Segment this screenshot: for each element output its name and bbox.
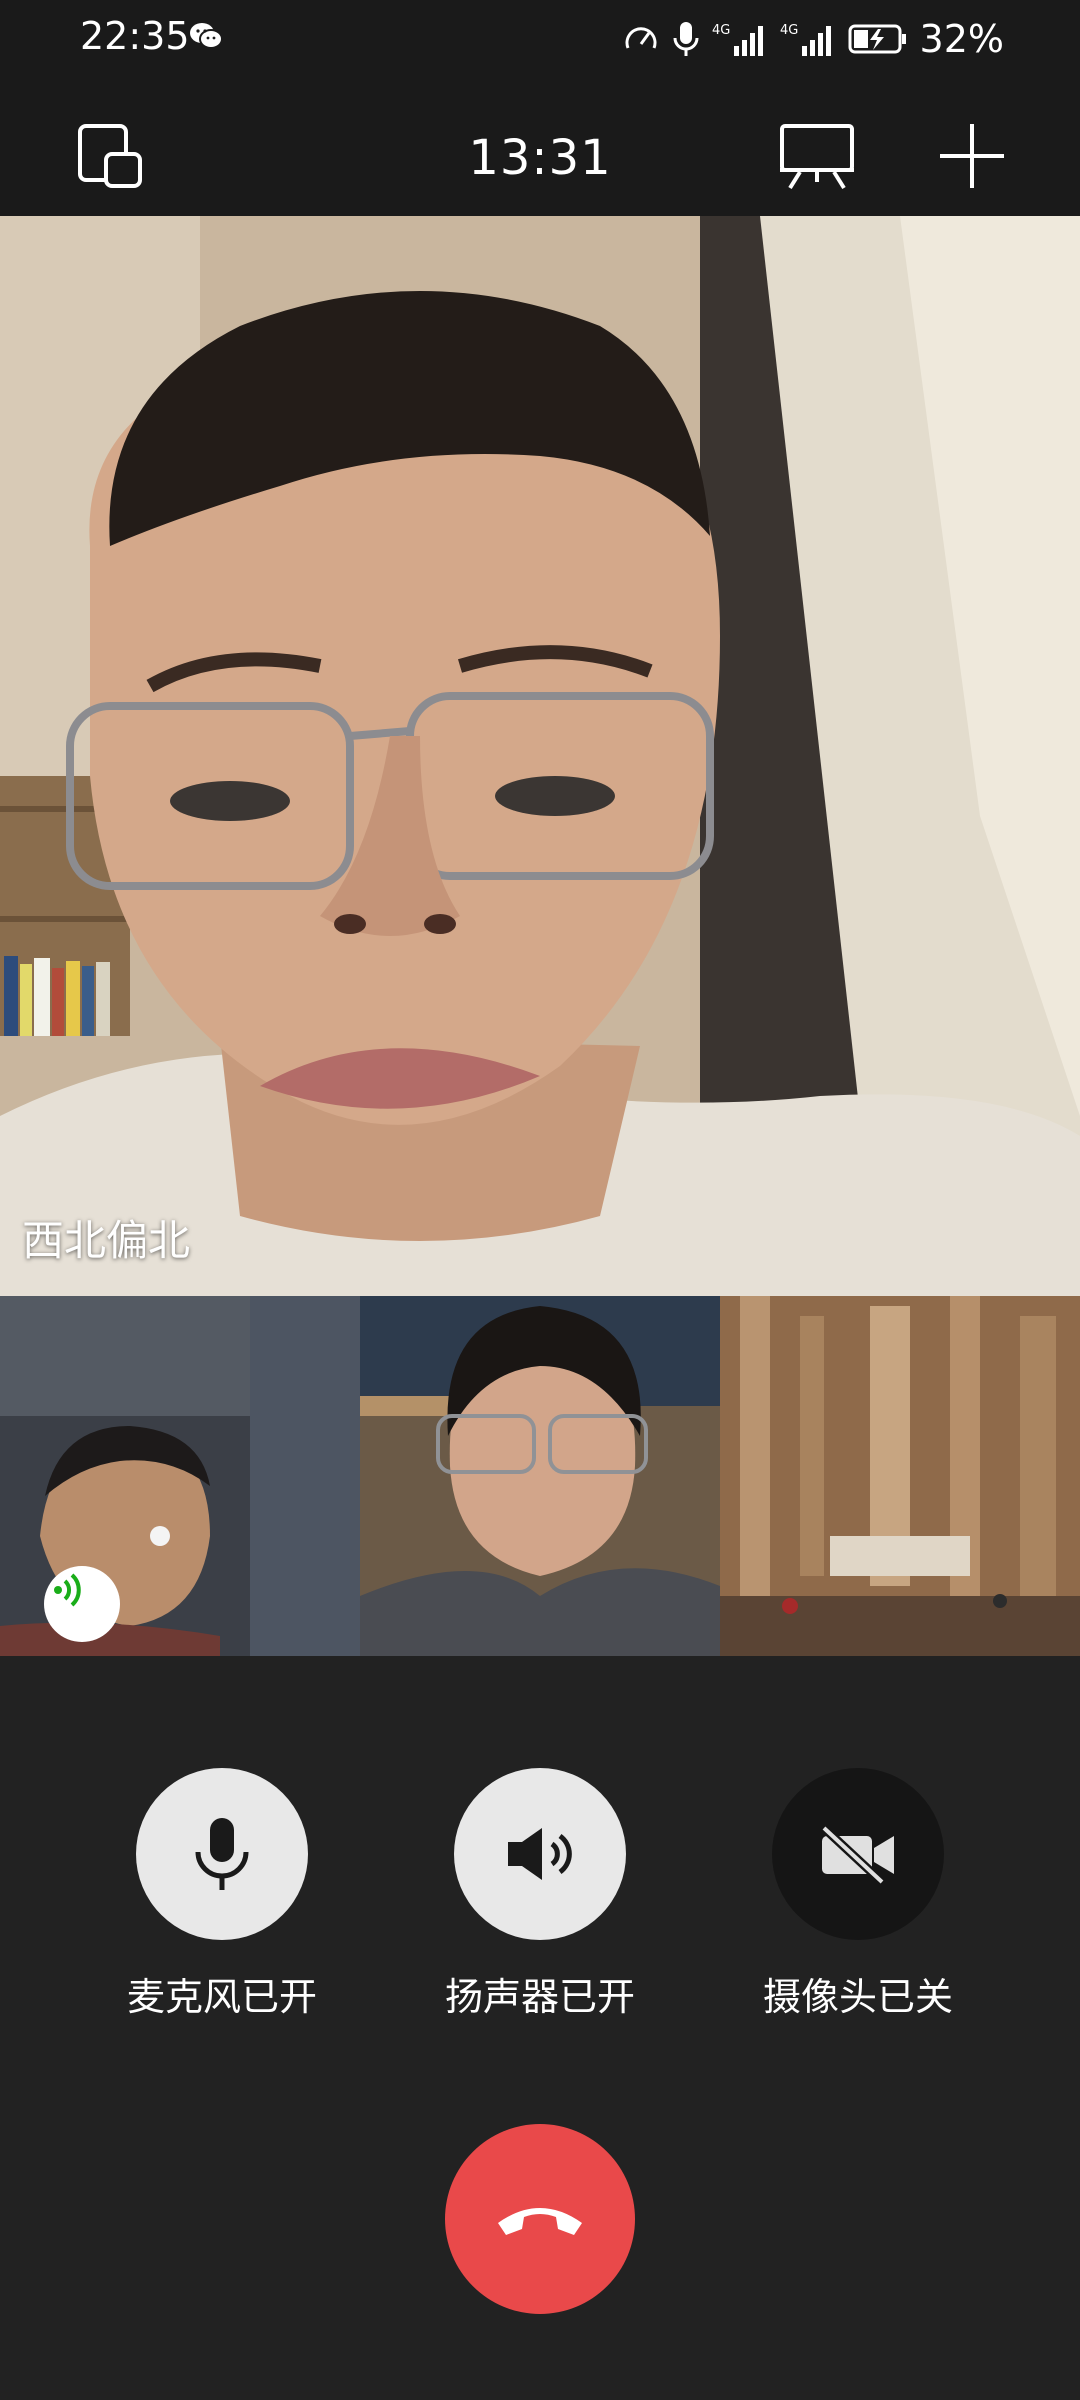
speaker-icon — [508, 1828, 572, 1880]
main-video-image — [0, 216, 1080, 1296]
call-duration: 13:31 — [468, 130, 612, 186]
speed-icon — [625, 27, 657, 49]
mic-status-label: 麦克风已开 — [126, 1975, 317, 2019]
screen-share-icon[interactable] — [778, 120, 856, 192]
thumbnail-video-3 — [720, 1296, 1080, 1656]
status-bar: 22:35 4G 4G 32% — [0, 0, 1080, 80]
battery-charging-icon — [848, 24, 906, 54]
mic-icon — [673, 22, 699, 56]
camera-toggle-button[interactable] — [772, 1768, 944, 1940]
thumbnail-video-2 — [360, 1296, 720, 1656]
svg-text:4G: 4G — [712, 23, 730, 38]
speaker-status-label: 扬声器已开 — [444, 1975, 635, 2019]
main-video-feed[interactable]: 西北偏北 — [0, 216, 1080, 1296]
participant-thumbnails — [0, 1296, 1080, 1656]
microphone-icon — [195, 1818, 249, 1890]
mic-control: 麦克风已开 — [102, 1768, 342, 2021]
participant-thumbnail[interactable] — [0, 1296, 360, 1656]
camera-status-label: 摄像头已关 — [762, 1975, 953, 2019]
mic-toggle-button[interactable] — [136, 1768, 308, 1940]
add-icon[interactable] — [936, 120, 1008, 192]
svg-text:4G: 4G — [780, 23, 798, 38]
speaker-control: 扬声器已开 — [420, 1768, 660, 2021]
speaker-toggle-button[interactable] — [454, 1768, 626, 1940]
signal-4g-icon: 4G — [712, 23, 763, 56]
camera-control: 摄像头已关 — [738, 1768, 978, 2021]
camera-off-icon — [820, 1824, 894, 1886]
speaking-indicator-icon — [44, 1566, 120, 1642]
main-participant-name: 西北偏北 — [22, 1216, 191, 1265]
wechat-icon — [190, 23, 223, 49]
hang-up-icon — [498, 2208, 582, 2235]
battery-percentage: 32% — [919, 17, 1004, 61]
participant-thumbnail[interactable] — [360, 1296, 720, 1656]
call-controls: 麦克风已开 扬声器已开 摄像头已关 — [0, 1768, 1080, 2028]
status-time: 22:35 — [80, 14, 190, 58]
video-call-screen: 22:35 4G 4G 32% 13:31 西北偏北 麦克风已开 扬声器已开 摄… — [0, 0, 1080, 2400]
hang-up-button[interactable] — [445, 2124, 635, 2314]
call-toolbar: 13:31 — [0, 80, 1080, 216]
participant-thumbnail[interactable] — [720, 1296, 1080, 1656]
signal-4g-icon: 4G — [780, 23, 831, 56]
status-icons: 4G 4G 32% — [622, 14, 1004, 64]
